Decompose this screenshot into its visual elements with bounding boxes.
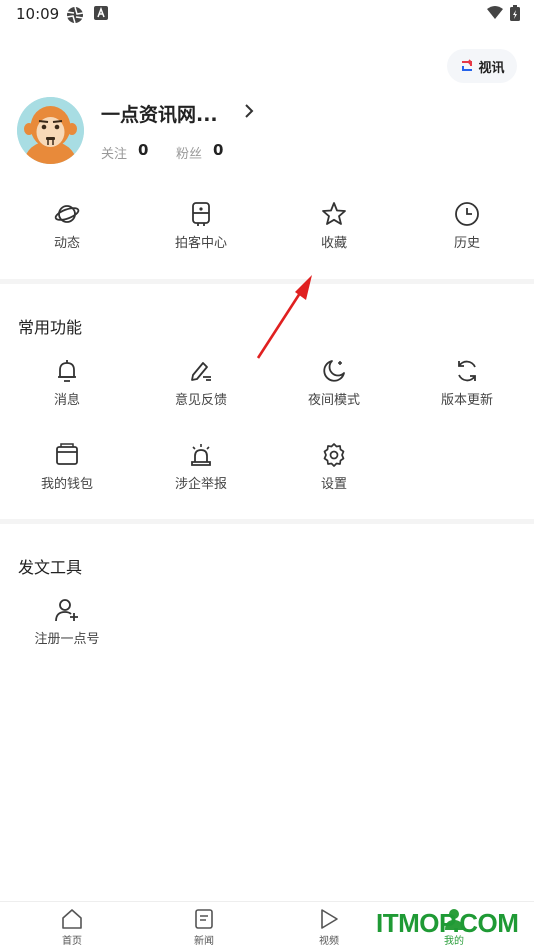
quick-action-label: 动态 (53, 236, 80, 251)
news-icon (195, 909, 213, 929)
section-title-tools: 发文工具 (18, 558, 83, 577)
common-item-feedback[interactable]: 意见反馈 (134, 358, 268, 408)
camera-icon (192, 202, 210, 226)
follow-label[interactable]: 关注 (101, 143, 127, 162)
common-item-night-mode[interactable]: 夜间模式 (267, 358, 401, 408)
quick-action-label: 收藏 (320, 236, 347, 251)
avatar[interactable] (17, 97, 84, 164)
alarm-icon (191, 444, 211, 466)
nav-label: 新闻 (194, 936, 214, 947)
fans-count[interactable]: 0 (213, 141, 223, 159)
nav-video[interactable]: 视频 (299, 908, 359, 947)
status-bar: 10:09 (0, 0, 534, 28)
common-item-label: 版本更新 (440, 393, 493, 408)
fans-label[interactable]: 粉丝 (176, 143, 202, 162)
common-item-update[interactable]: 版本更新 (400, 358, 534, 408)
quick-action-label: 历史 (453, 236, 480, 251)
moon-icon (323, 360, 345, 382)
common-item-wallet[interactable]: 我的钱包 (0, 442, 134, 492)
section-divider (0, 519, 534, 524)
video-chat-label: 视讯 (478, 60, 505, 76)
wallet-icon (56, 443, 78, 465)
star-icon (322, 202, 346, 225)
play-icon (321, 909, 338, 929)
common-item-label: 夜间模式 (307, 393, 360, 408)
monkey-avatar-icon (17, 97, 84, 164)
nav-label: 首页 (62, 936, 82, 947)
clock-icon (455, 202, 479, 226)
annotation-arrow (256, 275, 312, 359)
quick-action-creator-center[interactable]: 拍客中心 (134, 201, 268, 251)
common-item-label: 意见反馈 (174, 393, 227, 408)
common-item-label: 涉企举报 (174, 477, 227, 492)
chevron-right-icon[interactable] (243, 102, 255, 120)
gear-icon (323, 443, 345, 467)
section-title-common: 常用功能 (18, 318, 83, 337)
common-item-label: 我的钱包 (40, 477, 93, 492)
tools-item-register[interactable]: 注册一点号 (0, 597, 134, 647)
planet-icon (54, 205, 80, 223)
pen-icon (191, 362, 211, 381)
tools-item-label: 注册一点号 (34, 632, 100, 647)
wifi-icon (487, 6, 503, 19)
quick-action-dynamics[interactable]: 动态 (0, 201, 134, 251)
video-chat-icon (462, 59, 473, 71)
common-item-label: 消息 (53, 393, 80, 408)
bell-icon (58, 360, 76, 382)
keyboard-a-icon (94, 6, 108, 20)
refresh-icon (458, 360, 476, 382)
video-chat-button[interactable]: 视讯 (447, 49, 517, 83)
battery-icon (510, 5, 520, 21)
quick-action-label: 拍客中心 (174, 236, 227, 251)
aperture-icon (66, 6, 84, 24)
quick-action-favorites[interactable]: 收藏 (267, 201, 401, 251)
common-item-report[interactable]: 涉企举报 (134, 442, 268, 492)
follow-count[interactable]: 0 (138, 141, 148, 159)
quick-action-history[interactable]: 历史 (400, 201, 534, 251)
common-item-messages[interactable]: 消息 (0, 358, 134, 408)
status-time: 10:09 (16, 5, 60, 23)
common-item-settings[interactable]: 设置 (267, 442, 401, 492)
home-icon (62, 909, 82, 929)
nav-home[interactable]: 首页 (42, 908, 102, 947)
nav-news[interactable]: 新闻 (174, 908, 234, 947)
watermark: ITMOP.COM (376, 908, 519, 938)
nav-label: 视频 (319, 936, 339, 947)
add-user-icon (55, 599, 78, 622)
common-item-label: 设置 (320, 477, 347, 492)
username[interactable]: 一点资讯网... (101, 100, 218, 127)
